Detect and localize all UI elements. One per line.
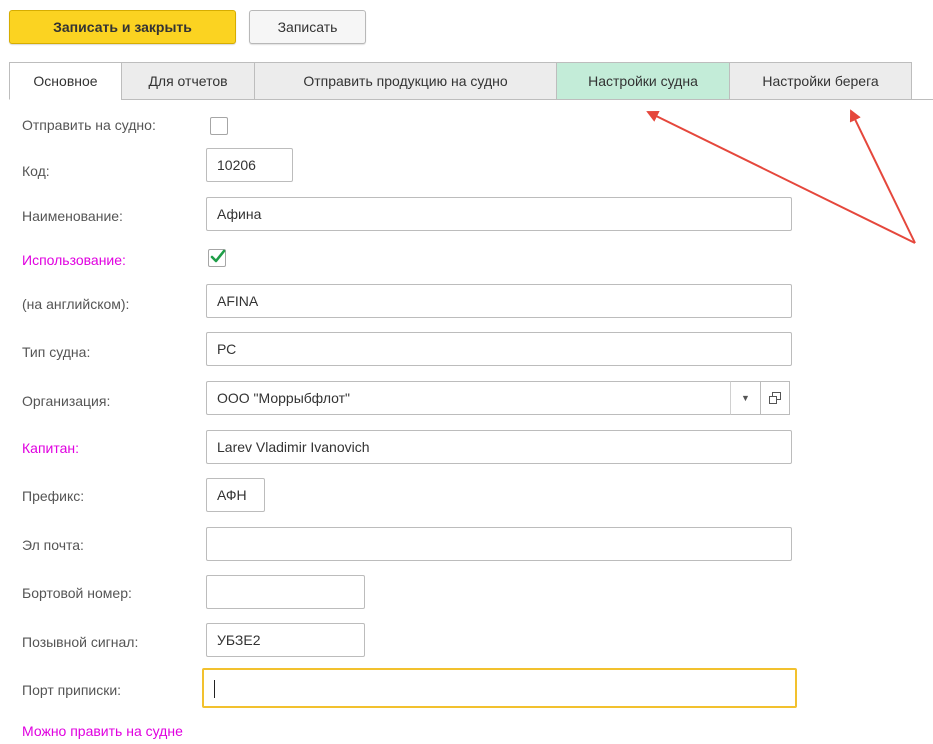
organization-label: Организация: xyxy=(22,393,111,409)
tab-for-reports[interactable]: Для отчетов xyxy=(121,62,255,100)
organization-field[interactable]: ООО "Моррыбфлот" xyxy=(206,381,732,415)
home-port-field[interactable] xyxy=(202,668,797,708)
board-number-label: Бортовой номер: xyxy=(22,585,132,601)
captain-field[interactable]: Larev Vladimir Ivanovich xyxy=(206,430,792,464)
home-port-label: Порт приписки: xyxy=(22,682,122,698)
prefix-label: Префикс: xyxy=(22,488,85,504)
item-form: Записать и закрыть Записать Основное Для… xyxy=(0,0,933,744)
send-to-ship-checkbox[interactable] xyxy=(210,117,228,135)
ship-type-field[interactable]: РС xyxy=(206,332,792,366)
code-field[interactable]: 10206 xyxy=(206,148,293,182)
open-window-icon xyxy=(769,392,781,404)
tab-main[interactable]: Основное xyxy=(9,62,122,100)
call-sign-label: Позывной сигнал: xyxy=(22,634,139,650)
tab-ship-settings[interactable]: Настройки судна xyxy=(556,62,730,100)
usage-checkbox[interactable] xyxy=(208,249,226,267)
captain-label: Капитан: xyxy=(22,440,80,456)
save-button[interactable]: Записать xyxy=(249,10,366,44)
call-sign-field[interactable]: УБЗЕ2 xyxy=(206,623,365,657)
email-field[interactable] xyxy=(206,527,792,561)
organization-open-button[interactable] xyxy=(760,381,790,415)
tab-shore-settings[interactable]: Настройки берега xyxy=(729,62,912,100)
editable-on-ship-link[interactable]: Можно править на судне xyxy=(22,723,183,739)
english-name-label: (на английском): xyxy=(22,296,130,312)
chevron-down-icon: ▼ xyxy=(741,393,750,403)
ship-type-label: Тип судна: xyxy=(22,344,91,360)
board-number-field[interactable] xyxy=(206,575,365,609)
annotation-arrows xyxy=(646,109,916,244)
email-label: Эл почта: xyxy=(22,537,84,553)
organization-dropdown-button[interactable]: ▼ xyxy=(730,381,760,415)
code-label: Код: xyxy=(22,163,50,179)
checkmark-icon xyxy=(210,249,226,263)
english-name-field[interactable]: AFINA xyxy=(206,284,792,318)
usage-label: Использование: xyxy=(22,252,126,268)
save-and-close-button[interactable]: Записать и закрыть xyxy=(9,10,236,44)
annotation-arrow-shore-settings xyxy=(849,109,916,244)
name-label: Наименование: xyxy=(22,208,123,224)
text-caret xyxy=(214,680,215,699)
name-field[interactable]: Афина xyxy=(206,197,792,231)
tab-send-products-to-ship[interactable]: Отправить продукцию на судно xyxy=(254,62,557,100)
send-to-ship-label: Отправить на судно: xyxy=(22,117,156,133)
prefix-field[interactable]: АФН xyxy=(206,478,265,512)
